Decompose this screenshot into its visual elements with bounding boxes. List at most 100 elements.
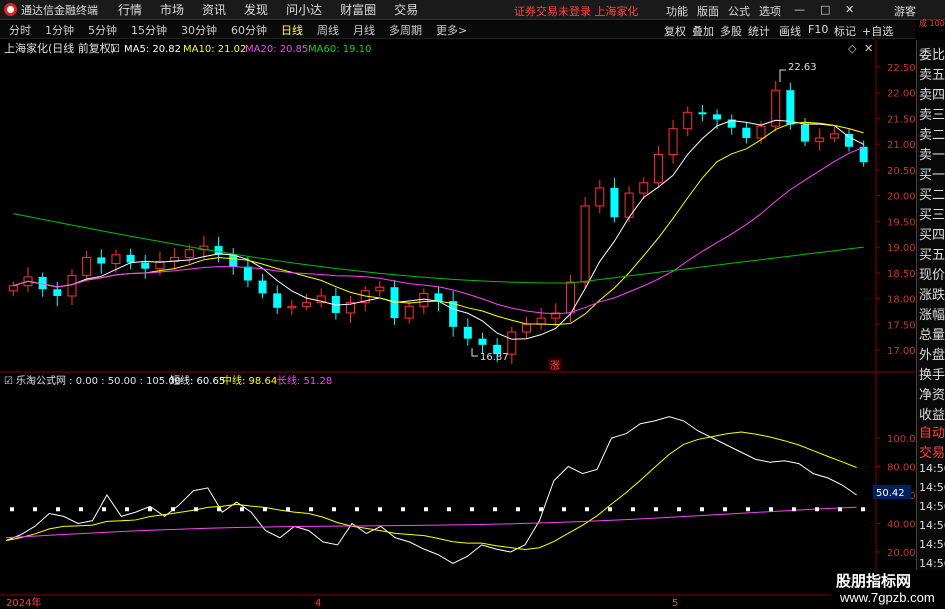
- sidebar-item-7[interactable]: 买二: [919, 184, 945, 203]
- login-notice[interactable]: 证券交易未登录 上海家化: [514, 3, 639, 19]
- menu-options[interactable]: 选项: [759, 3, 781, 19]
- sidebar-item-1[interactable]: 卖五: [919, 64, 945, 83]
- menu-layout[interactable]: 版面: [697, 3, 719, 19]
- ma-dropdown-icon[interactable]: ☑: [110, 42, 120, 55]
- menu-item-news[interactable]: 资讯: [202, 1, 226, 18]
- candlesticks: [8, 81, 868, 365]
- watermark-title: 股朋指标网: [836, 572, 912, 590]
- sidebar-item-18[interactable]: 收益: [919, 404, 945, 423]
- indicator-tick-label: 20.00: [887, 548, 915, 559]
- btn-add-favorite[interactable]: +自选: [862, 23, 893, 39]
- current-value: 50.42: [876, 488, 905, 499]
- indicator-dropdown-icon[interactable]: ☑: [4, 376, 13, 387]
- tab-weekly[interactable]: 周线: [312, 22, 344, 38]
- tab-daily[interactable]: 日线: [276, 22, 308, 38]
- sidebar-item-19[interactable]: 自动: [919, 422, 945, 441]
- menu-guest[interactable]: 游客: [894, 3, 916, 19]
- candle-body-up: [8, 285, 18, 292]
- tab-1min[interactable]: 1分钟: [40, 22, 79, 38]
- btn-adjust[interactable]: 复权: [664, 23, 686, 39]
- menu-item-market[interactable]: 市场: [160, 1, 184, 18]
- tab-more[interactable]: 更多>: [431, 22, 472, 38]
- level-dot: [677, 507, 681, 512]
- level-dot: [470, 507, 474, 512]
- sidebar-item-3[interactable]: 卖三: [919, 104, 945, 123]
- level-dot: [700, 507, 704, 512]
- date-label-start: 2024年: [6, 596, 41, 609]
- candle-body-down: [53, 289, 62, 296]
- level-dot: [654, 507, 658, 512]
- level-dot: [815, 507, 819, 512]
- sidebar-item-2[interactable]: 卖四: [919, 84, 945, 103]
- close-panel-icon[interactable]: ✕: [864, 42, 873, 55]
- candle-body-down: [463, 326, 472, 339]
- sidebar-time-4: 14:56: [919, 538, 945, 551]
- indicator-tick-label: 80.00: [887, 463, 915, 474]
- sidebar-item-16[interactable]: 换手: [919, 364, 945, 383]
- tab-multi-period[interactable]: 多周期: [384, 22, 427, 38]
- maximize-icon[interactable]: □: [820, 3, 830, 16]
- level-dot: [562, 507, 566, 512]
- level-dot: [539, 507, 543, 512]
- candle-body-down: [698, 112, 707, 115]
- candle-body-up: [67, 274, 77, 297]
- sidebar-item-13[interactable]: 涨幅: [919, 304, 945, 323]
- sidebar-item-9[interactable]: 买四: [919, 224, 945, 243]
- candle-body-down: [243, 266, 252, 281]
- date-label-april: 4: [315, 598, 321, 609]
- tab-5min[interactable]: 5分钟: [83, 22, 122, 38]
- sidebar-item-0[interactable]: 委比: [919, 44, 945, 63]
- sidebar-item-6[interactable]: 买一: [919, 164, 945, 183]
- high-price-label: 22.63: [788, 62, 817, 73]
- settings-diamond-icon[interactable]: ◇: [848, 42, 857, 55]
- sidebar-item-8[interactable]: 买三: [919, 204, 945, 223]
- candle-body-up: [639, 182, 649, 194]
- sidebar-item-12[interactable]: 涨跌: [919, 284, 945, 303]
- candle-body-down: [141, 262, 150, 269]
- sidebar-item-20[interactable]: 交易: [919, 442, 945, 461]
- sidebar-item-11[interactable]: 现价: [919, 264, 945, 283]
- menu-item-wealth[interactable]: 财富圈: [340, 1, 376, 18]
- sidebar-item-14[interactable]: 总量: [919, 324, 945, 343]
- btn-f10[interactable]: F10: [808, 23, 828, 36]
- level-dot: [493, 507, 497, 512]
- menu-formula[interactable]: 公式: [728, 3, 750, 19]
- sidebar-item-15[interactable]: 外盘: [919, 344, 945, 363]
- kline-chart[interactable]: 上海家化(日线 前复权) ☑ MA5: 20.82 MA10: 21.02 MA…: [0, 40, 915, 609]
- candle-body-up: [375, 286, 385, 292]
- indicator-lines: [5, 416, 865, 564]
- minimize-icon[interactable]: —: [794, 3, 805, 16]
- candle-body-up: [653, 153, 663, 184]
- indicator-legend: ☑ 乐淘公式网 : 0.00 : 50.00 : 105.00 短线: 60.6…: [4, 374, 332, 387]
- tab-30min[interactable]: 30分钟: [176, 22, 222, 38]
- level-dot: [516, 507, 520, 512]
- low-price-label: 16.87: [480, 352, 509, 363]
- candle-body-up: [595, 187, 605, 207]
- tab-60min[interactable]: 60分钟: [226, 22, 272, 38]
- sidebar-item-17[interactable]: 净资: [919, 384, 945, 403]
- period-tabbar: 分时 1分钟 5分钟 15分钟 30分钟 60分钟 日线 周线 月线 多周期 更…: [0, 21, 915, 39]
- close-icon[interactable]: ✕: [845, 3, 854, 16]
- candle-body-down: [859, 146, 868, 163]
- btn-overlay[interactable]: 叠加: [692, 23, 714, 39]
- sidebar-item-10[interactable]: 买五: [919, 244, 945, 263]
- tab-intraday[interactable]: 分时: [4, 22, 36, 38]
- menu-item-quotes[interactable]: 行情: [118, 1, 142, 18]
- menu-item-discover[interactable]: 发现: [244, 1, 268, 18]
- btn-mark[interactable]: 标记: [834, 23, 856, 39]
- tab-15min[interactable]: 15分钟: [126, 22, 172, 38]
- menu-item-ask[interactable]: 问小达: [286, 1, 322, 18]
- btn-draw[interactable]: 画线: [779, 23, 801, 39]
- level-dot: [56, 507, 60, 512]
- candle-body-down: [713, 114, 722, 120]
- candle-body-down: [610, 187, 619, 218]
- sidebar-item-5[interactable]: 卖一: [919, 144, 945, 163]
- btn-stats[interactable]: 统计: [748, 23, 770, 39]
- logo-icon: [4, 3, 17, 16]
- sidebar-item-4[interactable]: 卖二: [919, 124, 945, 143]
- tab-monthly[interactable]: 月线: [348, 22, 380, 38]
- candle-body-up: [302, 302, 312, 307]
- btn-multi-stock[interactable]: 多股: [720, 23, 742, 39]
- menu-function[interactable]: 功能: [666, 3, 688, 19]
- menu-item-trade[interactable]: 交易: [394, 1, 418, 18]
